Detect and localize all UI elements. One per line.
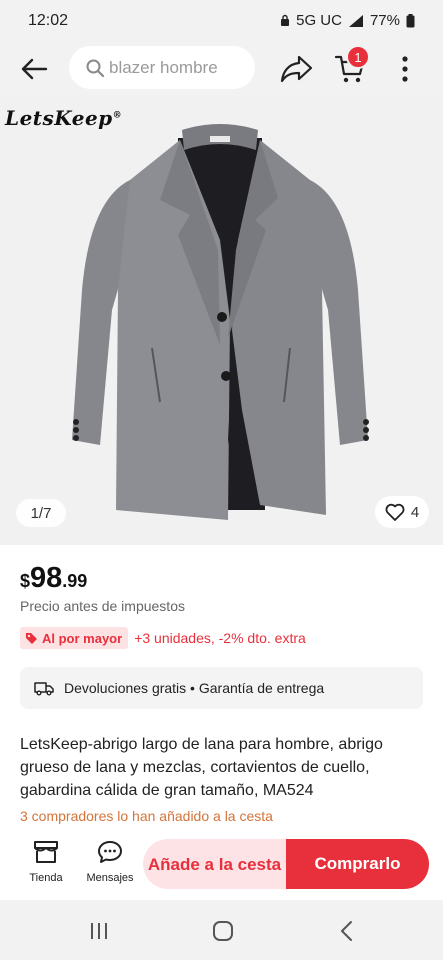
more-vertical-icon (402, 56, 408, 82)
share-icon (280, 55, 313, 83)
network-label: 5G UC (296, 12, 342, 29)
truck-icon (34, 682, 54, 696)
wishlist-count: 4 (410, 503, 420, 521)
recent-apps-icon[interactable] (86, 918, 112, 944)
messages-label: Mensajes (86, 872, 134, 884)
store-label: Tienda (29, 872, 63, 884)
system-back-icon[interactable] (334, 918, 360, 944)
lock-icon (281, 14, 290, 26)
cart-count-badge: 1 (346, 45, 370, 69)
product-price: $ 98 .99 (20, 562, 87, 595)
price-currency: $ (20, 571, 31, 591)
buy-now-button[interactable]: Comprarlo (286, 839, 429, 889)
services-box[interactable]: Devoluciones gratis • Garantía de entreg… (20, 667, 423, 709)
bottom-action-bar: Tienda Mensajes Añade a la cesta Comprar… (0, 832, 443, 900)
add-to-cart-button[interactable]: Añade a la cesta (143, 839, 286, 889)
price-integer: 98 (30, 562, 63, 594)
top-nav: blazer hombre 1 (0, 40, 443, 98)
tag-icon (26, 632, 37, 644)
store-button[interactable]: Tienda (16, 840, 76, 896)
search-input[interactable]: blazer hombre (69, 46, 255, 89)
buyers-note: 3 compradores lo han añadido a la cesta (20, 808, 273, 824)
services-text: Devoluciones gratis • Garantía de entreg… (64, 680, 325, 696)
back-button[interactable] (18, 53, 50, 85)
wholesale-badge: Al por mayor (20, 627, 129, 649)
battery-label: 77% (369, 12, 400, 29)
wishlist-button[interactable]: 4 (375, 496, 429, 528)
store-icon (34, 841, 58, 863)
price-note: Precio antes de impuestos (20, 598, 185, 614)
messages-button[interactable]: Mensajes (80, 840, 140, 896)
coat-image (72, 124, 369, 520)
arrow-left-icon (21, 58, 48, 80)
status-indicators: 5G UC 77% (280, 12, 415, 29)
share-button[interactable] (280, 53, 314, 85)
product-title: LetsKeep-abrigo largo de lana para hombr… (20, 736, 383, 799)
system-nav-bar (0, 900, 443, 960)
search-icon (86, 59, 105, 77)
product-image-gallery[interactable]: LetsKeep® 1/7 4 (0, 98, 443, 545)
signal-icon (348, 14, 363, 27)
heart-icon (385, 503, 405, 521)
wholesale-label: Al por mayor (42, 630, 123, 646)
search-placeholder: blazer hombre (109, 57, 218, 77)
wholesale-offer-text: +3 unidades, -2% dto. extra (134, 630, 306, 646)
status-time: 12:02 (28, 12, 69, 29)
battery-icon (406, 13, 415, 27)
more-options-button[interactable] (394, 52, 416, 86)
home-icon[interactable] (210, 918, 236, 944)
image-counter: 1/7 (16, 499, 66, 527)
price-decimal: .99 (62, 571, 88, 591)
chat-bubble-icon (98, 841, 122, 863)
status-bar: 12:02 5G UC 77% (0, 0, 443, 40)
wholesale-offer-row[interactable]: Al por mayor +3 unidades, -2% dto. extra (20, 627, 306, 649)
